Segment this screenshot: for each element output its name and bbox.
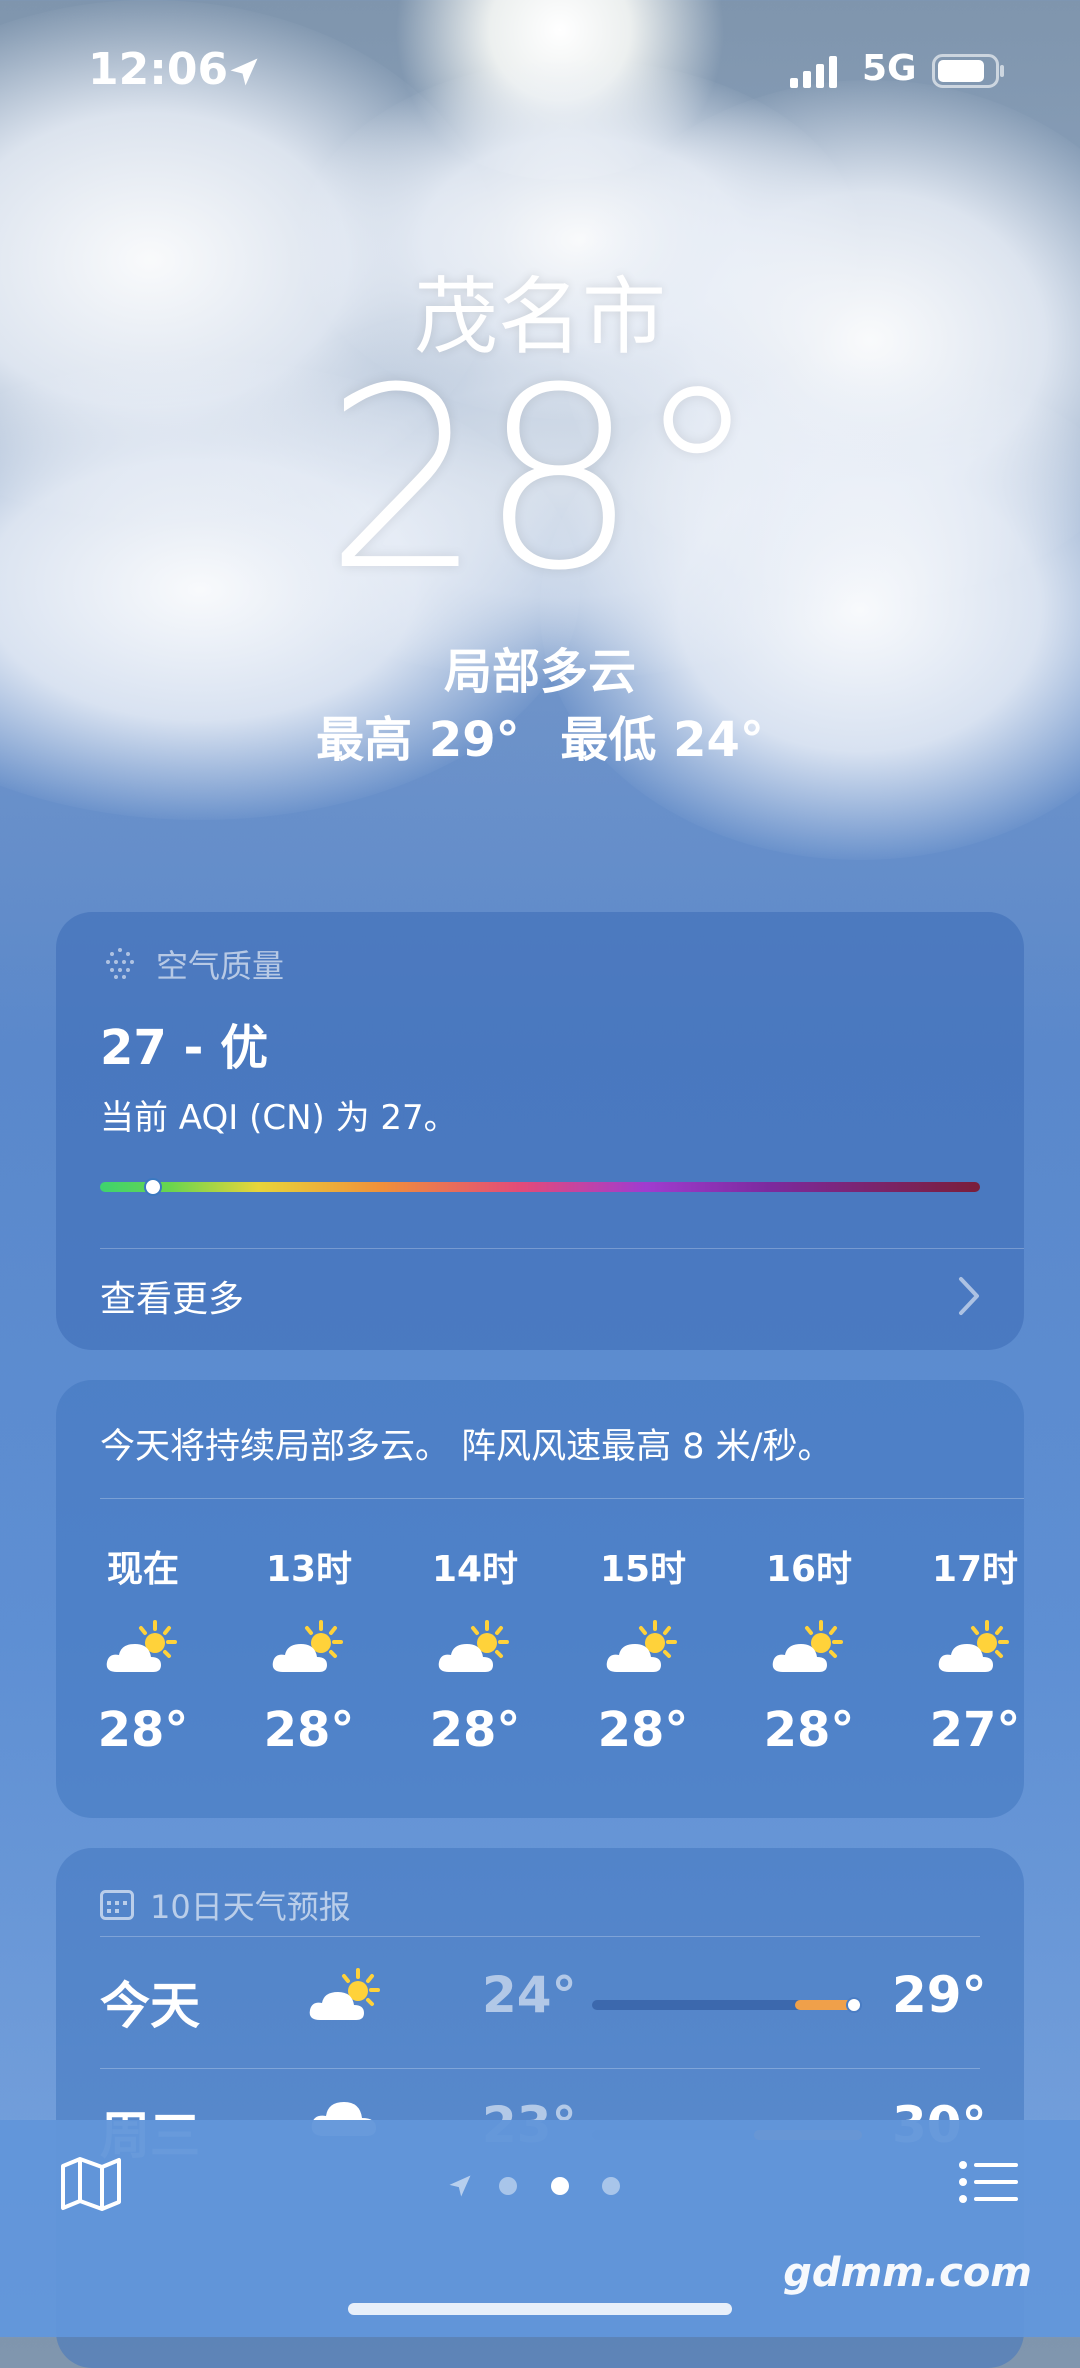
- air-quality-icon: [106, 948, 134, 979]
- air-quality-title: 空气质量: [156, 947, 285, 985]
- high-low: 最高 29° 最低 24°: [0, 700, 1080, 770]
- hour-label: 15时: [599, 1549, 687, 1590]
- hour-label: 现在: [106, 1549, 179, 1590]
- battery-icon: [932, 54, 1004, 88]
- aqi-scale-bar: [100, 1178, 980, 1196]
- hour-label: 16时: [765, 1549, 853, 1590]
- aqi-indicator: [143, 1178, 162, 1196]
- page-dot-active[interactable]: [550, 2177, 569, 2195]
- hour-item: 16时 28°: [744, 1540, 874, 1758]
- partly-sunny-icon: [935, 1620, 1015, 1676]
- watermark: gdmm.com: [783, 2250, 1032, 2296]
- hour-temp: 28°: [763, 1702, 855, 1758]
- low-temperature: 最低 24°: [560, 712, 764, 768]
- network-type: 5G: [862, 48, 917, 89]
- day-high: 29°: [892, 1966, 987, 2024]
- calendar-icon: [100, 1890, 134, 1920]
- location-page-icon[interactable]: [446, 2172, 474, 2200]
- hour-item: 14时 28°: [410, 1540, 540, 1758]
- hour-item: 现在 28°: [78, 1540, 208, 1758]
- cellular-signal-icon: [790, 56, 837, 88]
- status-bar: 12:06 5G: [0, 0, 1080, 140]
- page-dot[interactable]: [499, 2177, 518, 2195]
- forecast-summary: 今天将持续局部多云。 阵风风速最高 8 米/秒。: [100, 1427, 833, 1467]
- current-condition: 局部多云: [443, 644, 636, 700]
- current-temperature-dot: [845, 1997, 862, 2013]
- partly-sunny-icon: [269, 1620, 349, 1676]
- partly-sunny-icon: [603, 1620, 683, 1676]
- divider: [100, 1498, 1024, 1499]
- chevron-right-icon[interactable]: [958, 1276, 980, 1316]
- hour-temp: 28°: [263, 1702, 355, 1758]
- hour-label: 13时: [265, 1549, 353, 1590]
- partly-sunny-icon: [306, 1966, 386, 2026]
- air-quality-header: 空气质量: [100, 942, 284, 986]
- page-dot[interactable]: [601, 2177, 620, 2195]
- hour-temp: 28°: [429, 1702, 521, 1758]
- hour-item: 17时 27°: [910, 1540, 1024, 1758]
- page-indicator[interactable]: [0, 2172, 1080, 2200]
- divider: [100, 2068, 980, 2069]
- hour-temp: 27°: [929, 1702, 1021, 1758]
- hour-item: 15时 28°: [578, 1540, 708, 1758]
- hourly-forecast-card[interactable]: 今天将持续局部多云。 阵风风速最高 8 米/秒。 现在 28° 13时 28° …: [56, 1380, 1024, 1818]
- high-temperature: 最高 29°: [316, 712, 520, 768]
- hour-temp: 28°: [597, 1702, 689, 1758]
- partly-sunny-icon: [435, 1620, 515, 1676]
- home-indicator[interactable]: [348, 2303, 732, 2315]
- divider: [100, 1936, 980, 1937]
- air-quality-card[interactable]: 空气质量 27 - 优 当前 AQI (CN) 为 27。 查看更多: [56, 912, 1024, 1350]
- current-temperature: 28°: [324, 334, 759, 625]
- hour-label: 17时: [931, 1549, 1019, 1590]
- aqi-value: 27 - 优: [100, 1020, 269, 1076]
- location-arrow-icon: [230, 58, 258, 86]
- see-more-link[interactable]: 查看更多: [100, 1270, 244, 1322]
- temperature-range-bar: [592, 1997, 862, 2013]
- aqi-description: 当前 AQI (CN) 为 27。: [100, 1098, 458, 1138]
- hour-item: 13时 28°: [244, 1540, 374, 1758]
- divider: [100, 1248, 1024, 1249]
- partly-sunny-icon: [769, 1620, 849, 1676]
- day-low: 24°: [482, 1966, 577, 2024]
- ten-day-title: 10日天气预报: [150, 1888, 351, 1926]
- list-icon[interactable]: [958, 2160, 1020, 2204]
- temperature-range-fill: [794, 2000, 854, 2010]
- hour-label: 14时: [431, 1549, 519, 1590]
- hourly-scroll[interactable]: 现在 28° 13时 28° 14时 28° 15时 28° 16时 28° 1…: [56, 1540, 1024, 1800]
- partly-sunny-icon: [103, 1620, 183, 1676]
- status-time: 12:06: [88, 44, 229, 95]
- ten-day-header: 10日天气预报: [100, 1882, 351, 1928]
- day-label: 今天: [100, 1977, 200, 2035]
- hour-temp: 28°: [97, 1702, 189, 1758]
